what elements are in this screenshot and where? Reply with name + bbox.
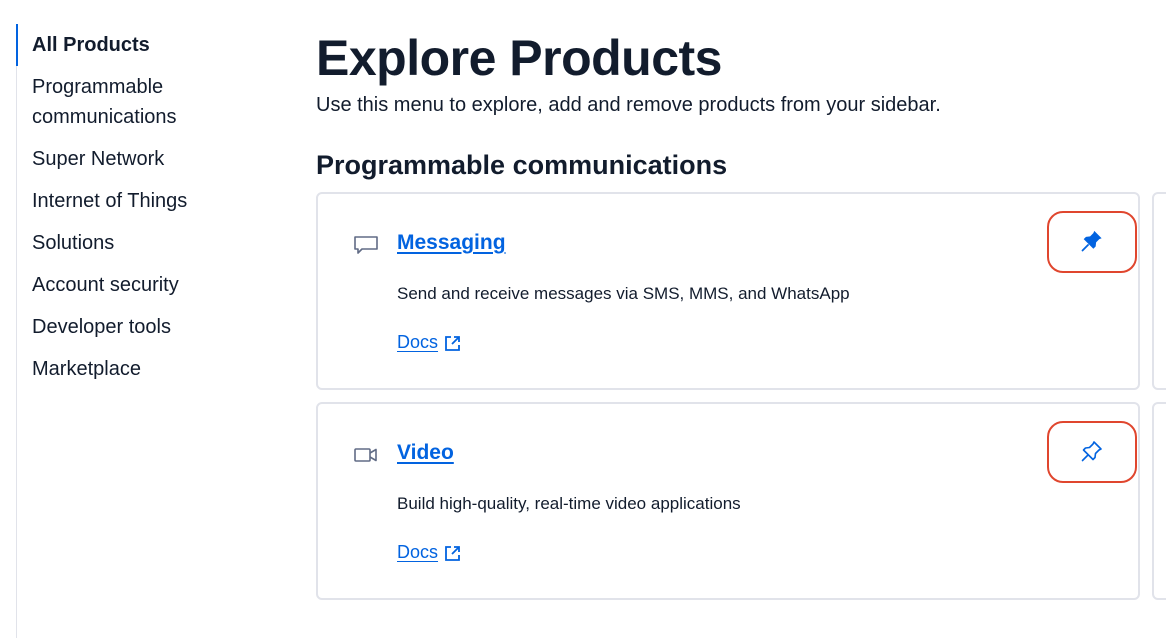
sidebar-item-developer-tools[interactable]: Developer tools bbox=[17, 306, 276, 348]
sidebar-item-label: Account security bbox=[32, 274, 179, 296]
sidebar-item-super-network[interactable]: Super Network bbox=[17, 138, 276, 180]
sidebar-item-all-products[interactable]: All Products bbox=[16, 24, 276, 66]
sidebar-nav: All Products Programmable communications… bbox=[16, 24, 276, 638]
video-camera-icon bbox=[352, 444, 380, 466]
sidebar-item-marketplace[interactable]: Marketplace bbox=[17, 348, 276, 390]
product-title-link[interactable]: Messaging bbox=[397, 228, 506, 258]
external-link-icon bbox=[444, 544, 461, 561]
sidebar-item-label: Programmable communications bbox=[32, 76, 177, 128]
pin-button[interactable] bbox=[1047, 421, 1137, 483]
pin-button[interactable] bbox=[1047, 211, 1137, 273]
sidebar-item-programmable-communications[interactable]: Programmable communications bbox=[17, 66, 217, 138]
product-card-video: Video Build high-quality, real-time vide… bbox=[316, 402, 1140, 600]
section-title: Programmable communications bbox=[316, 150, 728, 180]
sidebar-item-internet-of-things[interactable]: Internet of Things bbox=[17, 180, 276, 222]
sidebar-item-label: Super Network bbox=[32, 148, 165, 170]
sidebar-item-label: Internet of Things bbox=[32, 190, 188, 212]
docs-link-label: Docs bbox=[397, 542, 439, 562]
product-description: Build high-quality, real-time video appl… bbox=[397, 494, 741, 513]
product-card-messaging: Messaging Send and receive messages via … bbox=[316, 192, 1140, 390]
page-subtitle: Use this menu to explore, add and remove… bbox=[316, 94, 941, 116]
sidebar-item-solutions[interactable]: Solutions bbox=[17, 222, 276, 264]
sidebar-item-label: Solutions bbox=[32, 232, 115, 254]
chat-bubble-icon bbox=[352, 234, 380, 256]
docs-link[interactable]: Docs bbox=[397, 540, 461, 564]
docs-link[interactable]: Docs bbox=[397, 330, 461, 354]
product-card-partial bbox=[1152, 402, 1166, 600]
sidebar-item-label: Marketplace bbox=[32, 358, 141, 380]
sidebar-item-account-security[interactable]: Account security bbox=[17, 264, 276, 306]
pin-filled-icon bbox=[1080, 229, 1104, 256]
external-link-icon bbox=[444, 334, 461, 351]
product-description: Send and receive messages via SMS, MMS, … bbox=[397, 284, 850, 303]
docs-link-label: Docs bbox=[397, 332, 439, 352]
product-card-partial bbox=[1152, 192, 1166, 390]
page-title: Explore Products bbox=[316, 30, 723, 86]
pin-outline-icon bbox=[1080, 439, 1104, 466]
product-title-link[interactable]: Video bbox=[397, 438, 454, 468]
sidebar-item-label: Developer tools bbox=[32, 316, 171, 338]
sidebar-item-label: All Products bbox=[32, 34, 150, 56]
